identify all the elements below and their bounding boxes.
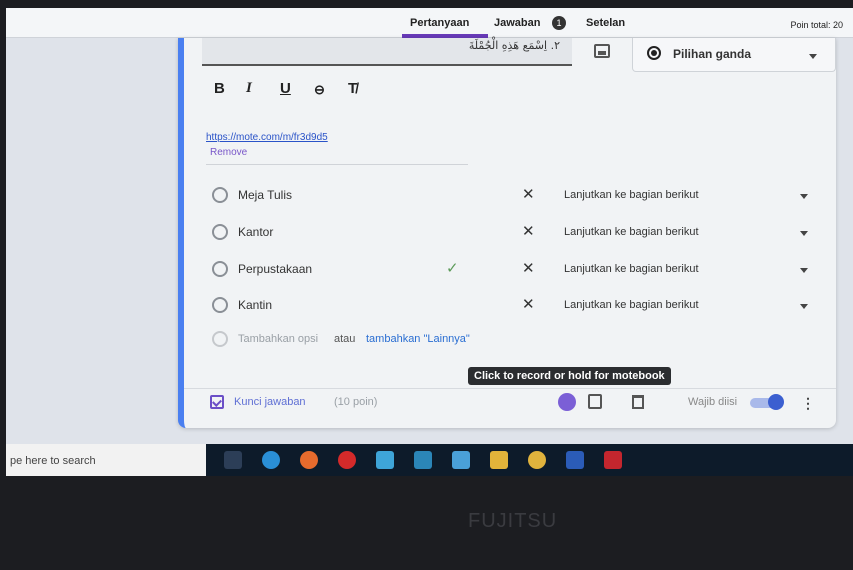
italic-button[interactable]: I: [246, 80, 252, 97]
remove-link-button[interactable]: Remove: [210, 147, 247, 158]
divider: [184, 388, 836, 389]
question-title-field[interactable]: ٢. اِسْمَع هَذِهِ الْجُمْلَةَ: [202, 38, 572, 66]
task-view-icon[interactable]: [224, 451, 242, 469]
more-options-icon[interactable]: ⋮: [801, 395, 815, 412]
option-row: Kantin ✕ Lanjutkan ke bagian berikut: [206, 294, 816, 316]
mendeley-icon[interactable]: [604, 451, 622, 469]
option-label[interactable]: Kantor: [238, 225, 273, 239]
question-type-select[interactable]: Pilihan ganda: [632, 38, 836, 72]
option-label[interactable]: Perpustakaan: [238, 262, 312, 276]
divider: [206, 164, 468, 165]
radio-icon: [212, 224, 228, 240]
duplicate-icon[interactable]: [588, 394, 602, 409]
add-option-row: Tambahkan opsi atau tambahkan "Lainnya": [206, 328, 706, 350]
points-total: Poin total: 20: [790, 20, 843, 30]
add-other-button[interactable]: tambahkan "Lainnya": [366, 333, 470, 345]
remove-option-icon[interactable]: ✕: [522, 185, 535, 203]
attachment-link[interactable]: https://mote.com/m/fr3d9d5: [206, 132, 328, 143]
radio-icon: [212, 261, 228, 277]
required-toggle-knob[interactable]: [768, 394, 784, 410]
radio-icon: [212, 331, 228, 347]
search-placeholder: pe here to search: [10, 455, 96, 467]
answer-key-icon[interactable]: [210, 395, 224, 409]
mote-record-icon[interactable]: [558, 393, 576, 411]
underline-button[interactable]: U: [280, 80, 291, 97]
tab-answers[interactable]: Jawaban: [494, 17, 540, 29]
store-icon[interactable]: [414, 451, 432, 469]
record-tooltip: Click to record or hold for motebook: [468, 367, 671, 385]
answer-key-points: (10 poin): [334, 396, 378, 408]
question-card: ٢. اِسْمَع هَذِهِ الْجُمْلَةَ Pilihan ga…: [178, 38, 836, 428]
goto-section-select[interactable]: Lanjutkan ke bagian berikut: [564, 299, 699, 311]
option-label[interactable]: Meja Tulis: [238, 188, 292, 202]
screen: Pertanyaan Jawaban 1 Setelan Poin total:…: [6, 8, 853, 444]
calculator-icon[interactable]: [452, 451, 470, 469]
correct-answer-check-icon: ✓: [446, 260, 459, 277]
option-label[interactable]: Kantin: [238, 298, 272, 312]
radio-icon: [212, 187, 228, 203]
option-row: Perpustakaan ✓ ✕ Lanjutkan ke bagian ber…: [206, 258, 816, 280]
clear-format-icon[interactable]: T̸: [348, 80, 357, 97]
remove-option-icon[interactable]: ✕: [522, 259, 535, 277]
image-icon[interactable]: [594, 44, 610, 58]
remove-option-icon[interactable]: ✕: [522, 222, 535, 240]
add-option-button[interactable]: Tambahkan opsi: [238, 333, 318, 345]
question-type-label: Pilihan ganda: [673, 47, 752, 61]
required-label: Wajib diisi: [688, 396, 738, 408]
answers-count-badge: 1: [552, 16, 566, 30]
option-row: Meja Tulis ✕ Lanjutkan ke bagian berikut: [206, 184, 816, 206]
chevron-down-icon[interactable]: [800, 194, 808, 199]
goto-section-select[interactable]: Lanjutkan ke bagian berikut: [564, 226, 699, 238]
answer-key-button[interactable]: Kunci jawaban: [234, 396, 306, 408]
link-icon[interactable]: ⊖: [314, 82, 325, 98]
or-label: atau: [334, 333, 356, 345]
radio-icon: [212, 297, 228, 313]
word-icon[interactable]: [566, 451, 584, 469]
radio-selected-icon: [647, 46, 661, 60]
taskbar-search-input[interactable]: pe here to search: [6, 444, 206, 476]
chrome-icon[interactable]: [528, 451, 546, 469]
taskbar: pe here to search: [6, 444, 853, 476]
tab-questions[interactable]: Pertanyaan: [410, 17, 469, 29]
forms-topbar: Pertanyaan Jawaban 1 Setelan Poin total:…: [6, 8, 853, 38]
laptop-brand-logo: FUJITSU: [468, 510, 558, 532]
question-text: ٢. اِسْمَع هَذِهِ الْجُمْلَةَ: [468, 39, 560, 52]
file-explorer-icon[interactable]: [490, 451, 508, 469]
bold-button[interactable]: B: [214, 80, 225, 97]
app-icon[interactable]: [376, 451, 394, 469]
trash-icon[interactable]: [632, 395, 644, 409]
chevron-down-icon[interactable]: [800, 231, 808, 236]
remove-option-icon[interactable]: ✕: [522, 295, 535, 313]
tab-settings[interactable]: Setelan: [586, 17, 625, 29]
goto-section-select[interactable]: Lanjutkan ke bagian berikut: [564, 263, 699, 275]
firefox-icon[interactable]: [300, 451, 318, 469]
chevron-down-icon[interactable]: [800, 268, 808, 273]
option-row: Kantor ✕ Lanjutkan ke bagian berikut: [206, 221, 816, 243]
goto-section-select[interactable]: Lanjutkan ke bagian berikut: [564, 189, 699, 201]
chevron-down-icon[interactable]: [800, 304, 808, 309]
chevron-down-icon: [809, 54, 817, 59]
opera-icon[interactable]: [338, 451, 356, 469]
edge-icon[interactable]: [262, 451, 280, 469]
